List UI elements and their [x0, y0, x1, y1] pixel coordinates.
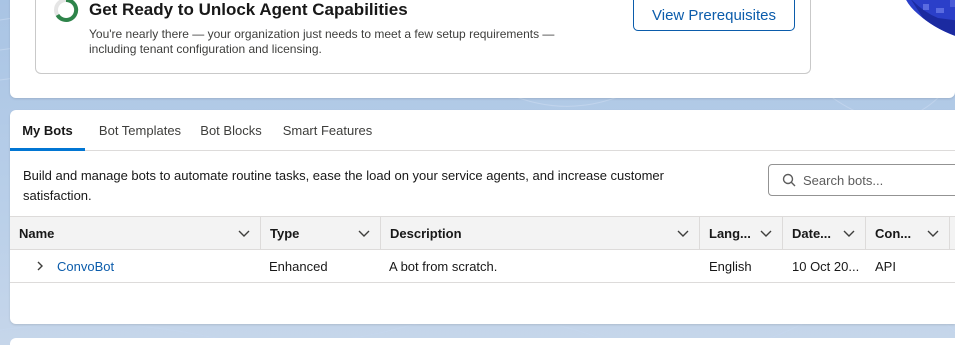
bot-connection: API [875, 258, 896, 274]
chevron-right-icon[interactable] [35, 261, 45, 271]
chevron-down-icon[interactable] [843, 227, 855, 239]
tab-bar: My Bots Bot Templates Bot Blocks Smart F… [10, 110, 955, 151]
tab-my-bots[interactable]: My Bots [10, 110, 85, 151]
column-header-description[interactable]: Description [381, 217, 700, 249]
column-label: Type [270, 225, 300, 241]
column-label: Lang... [709, 225, 751, 241]
bot-name[interactable]: ConvoBot [57, 259, 114, 274]
bot-description: A bot from scratch. [389, 258, 498, 274]
setup-banner-card: Get Ready to Unlock Agent Capabilities Y… [10, 0, 955, 98]
banner-title: Get Ready to Unlock Agent Capabilities [89, 0, 408, 19]
agent-illustration-icon [906, 0, 955, 36]
intro-text: Build and manage bots to automate routin… [23, 168, 664, 203]
tab-smart-features[interactable]: Smart Features [280, 110, 375, 151]
chevron-down-icon[interactable] [358, 227, 370, 239]
tab-bot-templates[interactable]: Bot Templates [90, 110, 190, 151]
column-label: Name [19, 225, 55, 241]
chevron-down-icon[interactable] [238, 227, 250, 239]
bot-date: 10 Oct 20... [792, 258, 860, 274]
chevron-down-icon[interactable] [677, 227, 689, 239]
search-box[interactable] [768, 164, 955, 196]
column-header-name[interactable]: Name [10, 217, 261, 249]
column-label: Description [390, 225, 462, 241]
table-row[interactable]: ConvoBot Enhanced A bot from scratch. En… [10, 250, 955, 283]
column-header-date[interactable]: Date... [783, 217, 866, 249]
chevron-down-icon[interactable] [927, 227, 939, 239]
tab-bot-blocks[interactable]: Bot Blocks [196, 110, 266, 151]
bot-name-link[interactable]: ConvoBot [57, 250, 257, 282]
progress-ring-icon [54, 0, 79, 22]
next-card [10, 338, 955, 345]
bot-language: English [709, 258, 752, 274]
search-icon [782, 173, 796, 187]
banner-description: You're nearly there — your organization … [89, 27, 555, 56]
bots-card: My Bots Bot Templates Bot Blocks Smart F… [10, 110, 955, 324]
column-header-language[interactable]: Lang... [700, 217, 783, 249]
view-prerequisites-button[interactable]: View Prerequisites [633, 0, 795, 31]
column-label: Con... [875, 225, 912, 241]
column-header-connection[interactable]: Con... [866, 217, 950, 249]
search-input[interactable] [803, 172, 953, 188]
bot-type: Enhanced [269, 258, 328, 274]
column-header-type[interactable]: Type [261, 217, 381, 249]
setup-banner: Get Ready to Unlock Agent Capabilities Y… [35, 0, 811, 74]
chevron-down-icon[interactable] [760, 227, 772, 239]
column-label: Date... [792, 225, 832, 241]
table-header: Name Type Description Lang... Date... Co… [10, 216, 955, 250]
